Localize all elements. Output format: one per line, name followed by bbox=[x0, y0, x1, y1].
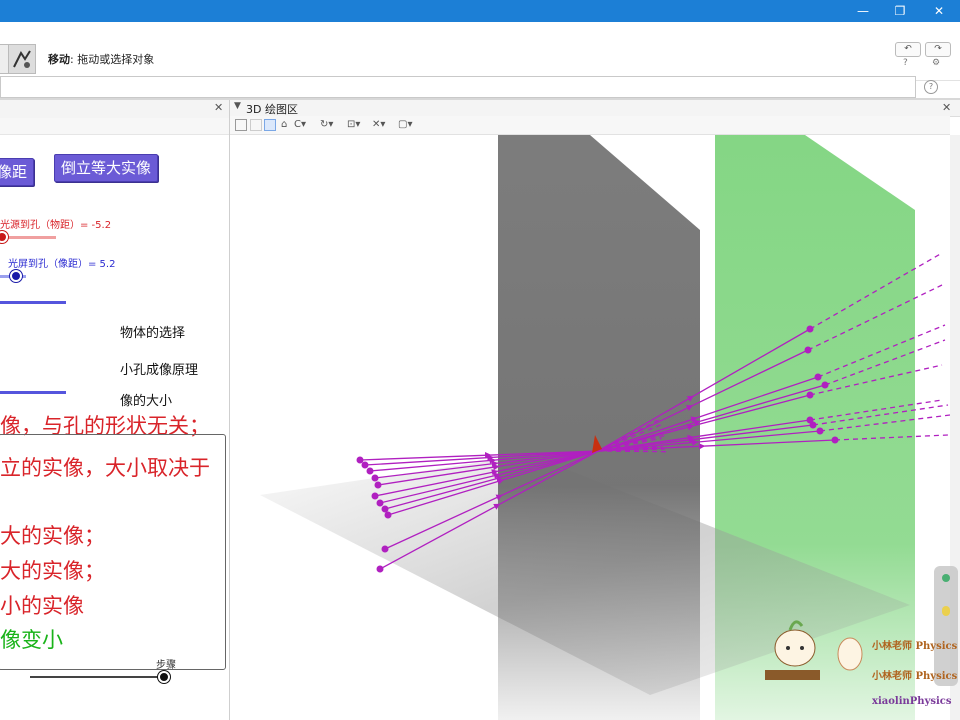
view3d-title: 3D 绘图区 bbox=[246, 103, 298, 116]
minimize-button[interactable]: — bbox=[846, 0, 880, 22]
show-plane-icon[interactable] bbox=[264, 119, 276, 131]
home-icon[interactable]: ⌂ bbox=[281, 119, 287, 130]
view3d-style-bar bbox=[230, 116, 950, 135]
tool-icon-move-image[interactable] bbox=[8, 44, 36, 74]
maximize-button[interactable]: ❐ bbox=[883, 0, 917, 22]
image-distance-button[interactable]: 像距 bbox=[0, 158, 35, 186]
left-panel-header bbox=[0, 100, 229, 119]
mascot-icon bbox=[765, 620, 820, 680]
object-distance-slider[interactable] bbox=[0, 236, 56, 239]
text-line-2: 立的实像，大小取决于 bbox=[0, 456, 210, 480]
object-distance-label: 光源到孔（物距）= -5.2 bbox=[0, 220, 112, 231]
ray-point bbox=[376, 499, 384, 507]
slider-line-2[interactable] bbox=[0, 391, 66, 394]
ray-point bbox=[809, 421, 817, 429]
show-grid-icon[interactable] bbox=[250, 119, 262, 131]
pinhole-principle-label[interactable]: 小孔成像原理 bbox=[120, 359, 198, 378]
axes-type-icon[interactable]: ✕▾ bbox=[372, 119, 385, 130]
ray-point bbox=[356, 456, 364, 464]
image-distance-label: 光屏到孔（像距）= 5.2 bbox=[8, 259, 116, 270]
mode-name: 移动 bbox=[48, 53, 70, 66]
ray-point bbox=[821, 381, 829, 389]
step-slider-handle[interactable] bbox=[158, 671, 170, 683]
mascot-small-icon bbox=[837, 637, 863, 671]
rotate-view-icon[interactable]: C▾ bbox=[294, 119, 306, 130]
image-size-label[interactable]: 像的大小 bbox=[120, 390, 172, 409]
view3d-close-icon[interactable]: ✕ bbox=[942, 101, 951, 114]
watermark-weibo: 小林老师 Physics bbox=[872, 671, 958, 682]
green-dot-icon bbox=[942, 574, 950, 582]
ray-point bbox=[374, 481, 382, 489]
text-line-6: 像变小 bbox=[0, 628, 63, 652]
left-panel-close-icon[interactable]: ✕ bbox=[214, 101, 223, 114]
object-choice-checkbox-label[interactable]: 物体的选择 bbox=[120, 322, 185, 341]
text-line-5: 小的实像 bbox=[0, 594, 84, 618]
title-bar: — ❐ ✕ bbox=[0, 0, 960, 22]
view3d-header: ▼ 3D 绘图区 bbox=[230, 100, 960, 117]
show-axes-icon[interactable] bbox=[235, 119, 247, 131]
ray-point bbox=[814, 373, 822, 381]
ray-point bbox=[804, 346, 812, 354]
ray-point bbox=[361, 461, 369, 469]
mode-description: 移动: 拖动或选择对象 bbox=[48, 51, 154, 67]
mode-desc: : 拖动或选择对象 bbox=[70, 53, 155, 66]
ray-point bbox=[831, 436, 839, 444]
ray-point bbox=[806, 391, 814, 399]
ray-point bbox=[806, 325, 814, 333]
ray-point bbox=[371, 492, 379, 500]
redo-button[interactable]: ↷ bbox=[925, 42, 951, 57]
yellow-dot-icon bbox=[942, 606, 950, 616]
watermark-bilibili: 小林老师 Physics bbox=[872, 641, 958, 652]
clipping-icon[interactable]: ⊡▾ bbox=[347, 119, 360, 130]
input-help-icon[interactable]: ? bbox=[924, 80, 938, 94]
slider-line-1[interactable] bbox=[0, 301, 66, 304]
step-label: 步骤 bbox=[156, 660, 176, 671]
image-tool-icon bbox=[13, 50, 31, 68]
close-window-button[interactable]: ✕ bbox=[922, 0, 956, 22]
step-slider[interactable] bbox=[30, 676, 164, 678]
ray-point bbox=[371, 474, 379, 482]
auto-rotate-icon[interactable]: ↻▾ bbox=[320, 119, 333, 130]
ray-point bbox=[381, 545, 389, 553]
inverted-equal-image-button[interactable]: 倒立等大实像 bbox=[54, 154, 159, 182]
ray-point bbox=[366, 467, 374, 475]
ray-point bbox=[816, 427, 824, 435]
left-panel-subheader bbox=[0, 118, 229, 135]
blue-char-overlay bbox=[0, 520, 20, 546]
collapse-icon[interactable]: ▼ bbox=[234, 101, 241, 111]
ray-point bbox=[376, 565, 384, 573]
text-line-4: 大的实像； bbox=[0, 559, 105, 583]
image-distance-handle[interactable] bbox=[10, 270, 22, 282]
input-bar[interactable] bbox=[0, 76, 916, 98]
undo-button[interactable]: ↶ bbox=[895, 42, 921, 57]
projection-icon[interactable]: ▢▾ bbox=[398, 119, 412, 130]
ray-point bbox=[381, 505, 389, 513]
watermark-douyin: xiaolinPhysics bbox=[872, 696, 952, 707]
ray-point bbox=[384, 511, 392, 519]
settings-icon[interactable]: ⚙ bbox=[932, 58, 940, 68]
help-icon[interactable]: ? bbox=[903, 58, 908, 68]
